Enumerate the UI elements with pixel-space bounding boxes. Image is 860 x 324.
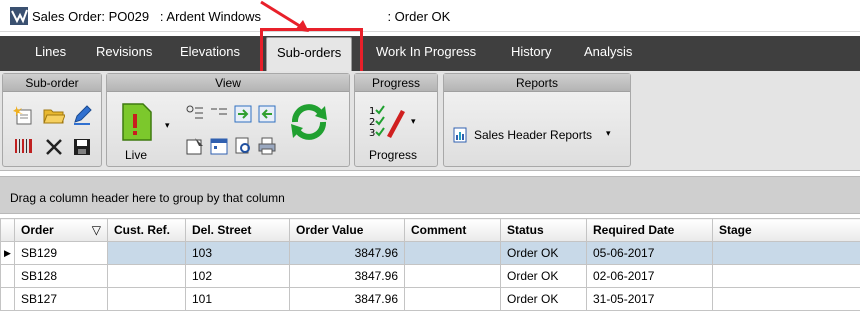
cell-stage[interactable] xyxy=(712,264,860,288)
title-bar: Sales Order: PO029 : Ardent Windows : Or… xyxy=(0,0,860,32)
column-header-comment[interactable]: Comment xyxy=(404,218,501,242)
ribbon-group-title: Progress xyxy=(355,74,437,92)
ribbon-group-title: Reports xyxy=(444,74,630,92)
cell-del-street[interactable]: 101 xyxy=(185,287,290,311)
table-row[interactable]: ▶ SB129 103 3847.96 Order OK 05-06-2017 xyxy=(0,241,860,265)
cell-order-value[interactable]: 3847.96 xyxy=(289,287,405,311)
svg-text:1: 1 xyxy=(369,106,375,117)
table-row[interactable]: SB128 102 3847.96 Order OK 02-06-2017 xyxy=(0,264,860,288)
sub-orders-grid: Order ▽ Cust. Ref. Del. Street Order Val… xyxy=(0,218,860,311)
window-title: Sales Order: PO029 : Ardent Windows : Or… xyxy=(32,9,451,24)
tab-elevations[interactable]: Elevations xyxy=(180,44,240,59)
app-icon xyxy=(10,7,28,25)
group-by-panel[interactable]: Drag a column header here to group by th… xyxy=(0,176,860,214)
cell-cust-ref[interactable] xyxy=(107,241,186,265)
column-header-status[interactable]: Status xyxy=(500,218,587,242)
cell-stage[interactable] xyxy=(712,241,860,265)
refresh-icon[interactable] xyxy=(287,100,331,144)
report-icon[interactable] xyxy=(452,126,470,144)
column-header-order-value[interactable]: Order Value xyxy=(289,218,405,242)
ribbon-group-title: Sub-order xyxy=(3,74,101,92)
tab-revisions[interactable]: Revisions xyxy=(96,44,152,59)
cell-comment[interactable] xyxy=(404,241,501,265)
group-by-hint: Drag a column header here to group by th… xyxy=(10,191,285,205)
export-arrow-icon[interactable] xyxy=(233,104,253,124)
live-label[interactable]: Live xyxy=(125,148,147,162)
chevron-down-icon[interactable]: ▾ xyxy=(411,116,416,127)
edit-pencil-icon[interactable] xyxy=(71,104,93,126)
cell-order[interactable]: SB127 xyxy=(14,287,108,311)
ribbon: Sub-order View ▾ Live Progress 1 2 3 ▾ P… xyxy=(0,71,860,171)
row-indicator xyxy=(0,264,15,288)
delete-icon[interactable] xyxy=(43,136,65,158)
cell-order[interactable]: SB128 xyxy=(14,264,108,288)
ribbon-group-title: View xyxy=(107,74,349,92)
svg-text:2: 2 xyxy=(369,117,375,128)
open-folder-icon[interactable] xyxy=(43,104,65,126)
cell-del-street[interactable]: 103 xyxy=(185,241,290,265)
cell-cust-ref[interactable] xyxy=(107,264,186,288)
cell-required-date[interactable]: 02-06-2017 xyxy=(586,264,713,288)
progress-button-label[interactable]: Progress xyxy=(369,148,417,162)
cell-order[interactable]: SB129 xyxy=(14,241,108,265)
cell-cust-ref[interactable] xyxy=(107,287,186,311)
column-header-required-date[interactable]: Required Date xyxy=(586,218,713,242)
remove-column-icon[interactable] xyxy=(209,104,229,124)
ribbon-group-view: View ▾ Live xyxy=(106,73,350,167)
add-column-icon[interactable] xyxy=(185,104,205,124)
column-header-del-street[interactable]: Del. Street xyxy=(185,218,290,242)
cell-stage[interactable] xyxy=(712,287,860,311)
save-icon[interactable] xyxy=(71,136,93,158)
cell-order-value[interactable]: 3847.96 xyxy=(289,241,405,265)
new-suborder-icon[interactable] xyxy=(13,104,35,126)
ribbon-group-progress: Progress 1 2 3 ▾ Progress xyxy=(354,73,438,167)
filter-icon[interactable]: ▽ xyxy=(92,223,101,237)
ribbon-group-sub-order: Sub-order xyxy=(2,73,102,167)
annotation-highlight-box xyxy=(260,28,363,77)
cell-status[interactable]: Order OK xyxy=(500,241,587,265)
svg-text:3: 3 xyxy=(369,128,375,139)
chevron-down-icon[interactable]: ▾ xyxy=(165,120,170,131)
print-icon[interactable] xyxy=(257,136,277,156)
column-header-order[interactable]: Order ▽ xyxy=(14,218,108,242)
table-row[interactable]: SB127 101 3847.96 Order OK 31-05-2017 xyxy=(0,287,860,311)
tab-analysis[interactable]: Analysis xyxy=(584,44,632,59)
column-header-stage[interactable]: Stage xyxy=(712,218,860,242)
progress-checklist-icon[interactable]: 1 2 3 xyxy=(367,102,407,142)
tab-history[interactable]: History xyxy=(511,44,551,59)
column-header-cust-ref[interactable]: Cust. Ref. xyxy=(107,218,186,242)
row-selected-indicator-icon: ▶ xyxy=(0,241,15,265)
live-document-icon[interactable] xyxy=(119,102,155,142)
grid-header-row: Order ▽ Cust. Ref. Del. Street Order Val… xyxy=(0,218,860,242)
cell-required-date[interactable]: 31-05-2017 xyxy=(586,287,713,311)
tab-lines[interactable]: Lines xyxy=(35,44,66,59)
cell-status[interactable]: Order OK xyxy=(500,264,587,288)
cell-comment[interactable] xyxy=(404,264,501,288)
cell-comment[interactable] xyxy=(404,287,501,311)
properties-icon[interactable] xyxy=(185,136,205,156)
sales-header-reports-button[interactable]: Sales Header Reports xyxy=(474,128,592,142)
import-arrow-icon[interactable] xyxy=(257,104,277,124)
cell-del-street[interactable]: 102 xyxy=(185,264,290,288)
cell-required-date[interactable]: 05-06-2017 xyxy=(586,241,713,265)
row-indicator-header xyxy=(0,218,15,242)
cell-status[interactable]: Order OK xyxy=(500,287,587,311)
print-preview-icon[interactable] xyxy=(233,136,253,156)
tab-bar: Lines Revisions Elevations Sub-orders Wo… xyxy=(0,36,860,73)
cell-order-value[interactable]: 3847.96 xyxy=(289,264,405,288)
calendar-icon[interactable] xyxy=(209,136,229,156)
chevron-down-icon[interactable]: ▾ xyxy=(606,128,611,139)
tab-work-in-progress[interactable]: Work In Progress xyxy=(376,44,476,59)
column-header-label: Order xyxy=(21,223,54,237)
barcode-icon[interactable] xyxy=(13,136,35,158)
row-indicator xyxy=(0,287,15,311)
ribbon-group-reports: Reports Sales Header Reports ▾ xyxy=(443,73,631,167)
